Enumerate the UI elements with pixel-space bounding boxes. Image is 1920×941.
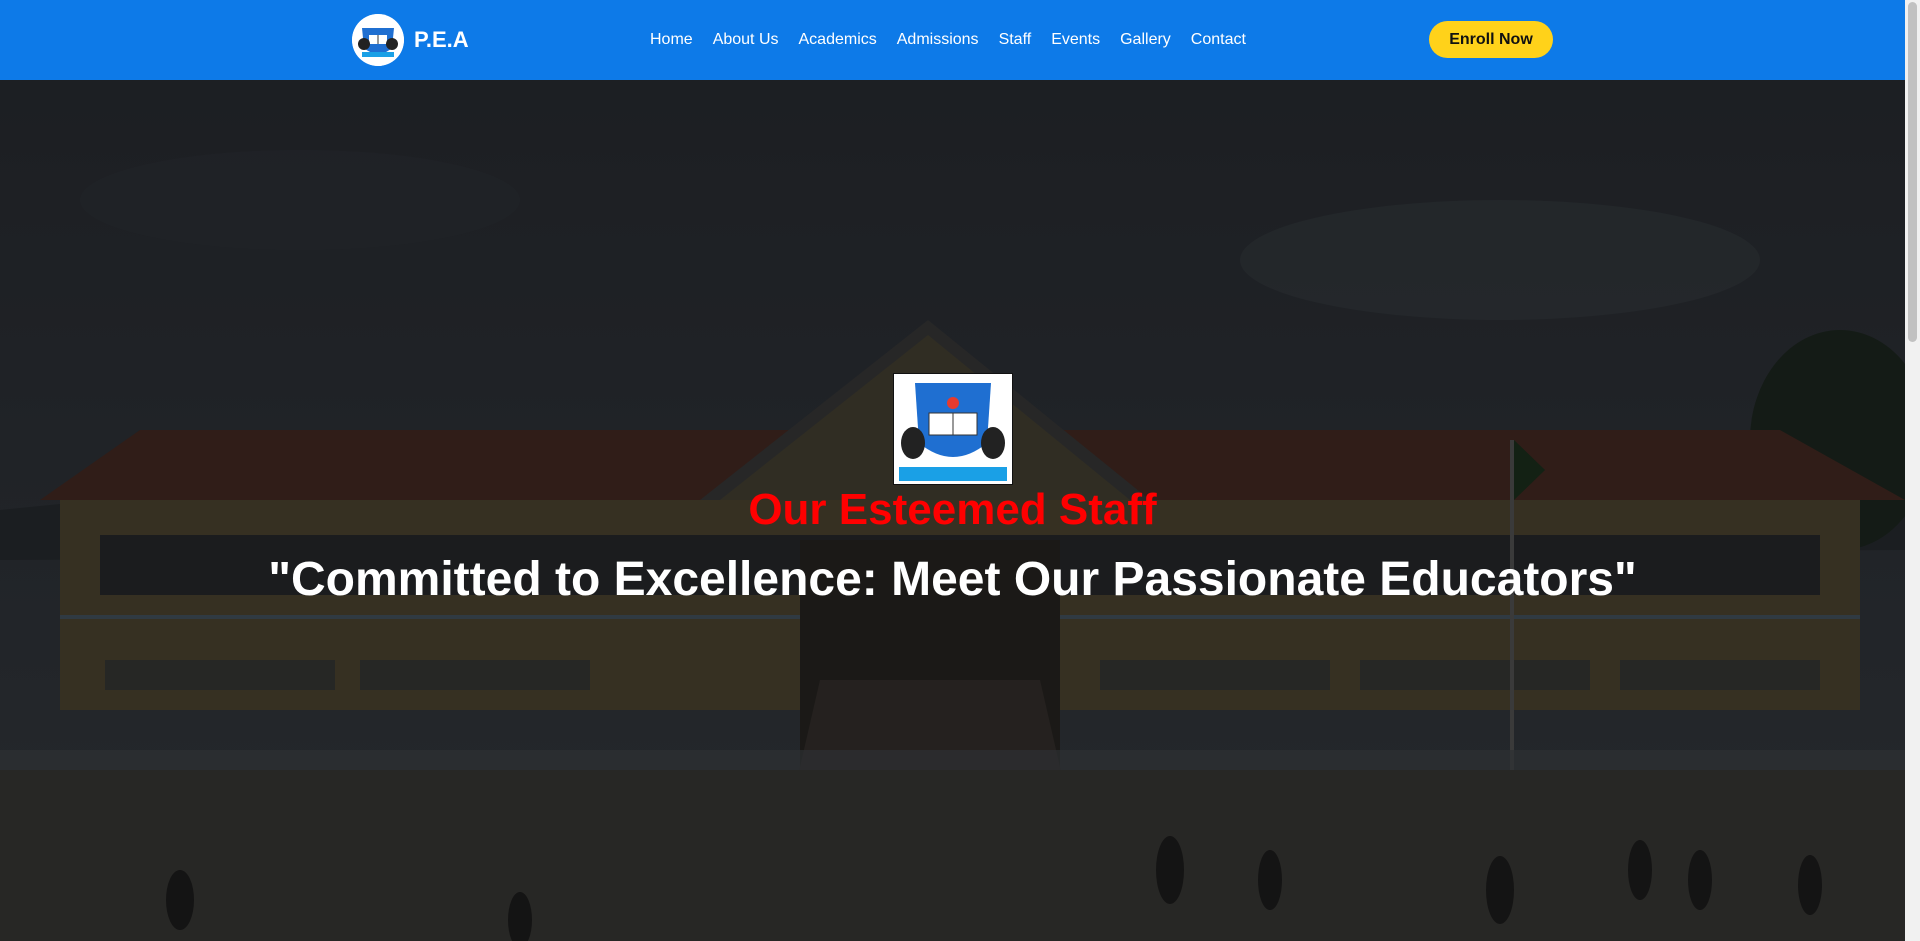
vertical-scrollbar[interactable]	[1905, 0, 1920, 941]
nav-link-contact[interactable]: Contact	[1191, 31, 1246, 49]
navbar: P.E.A Home About Us Academics Admissions…	[0, 0, 1905, 80]
nav-link-academics[interactable]: Academics	[799, 31, 877, 49]
page: P.E.A Home About Us Academics Admissions…	[0, 0, 1920, 941]
nav-link-gallery[interactable]: Gallery	[1120, 31, 1171, 49]
nav-link-admissions[interactable]: Admissions	[897, 31, 979, 49]
hero-subtitle: "Committed to Excellence: Meet Our Passi…	[268, 553, 1637, 606]
hero-section: Our Esteemed Staff "Committed to Excelle…	[0, 80, 1905, 941]
brand-name: P.E.A	[414, 27, 469, 52]
school-crest-icon	[893, 373, 1013, 485]
enroll-now-button[interactable]: Enroll Now	[1429, 21, 1553, 58]
brand-link[interactable]: P.E.A	[352, 14, 469, 66]
nav-link-staff[interactable]: Staff	[999, 31, 1032, 49]
school-logo-icon	[352, 14, 404, 66]
nav-link-home[interactable]: Home	[650, 31, 693, 49]
hero-title: Our Esteemed Staff	[748, 485, 1157, 534]
nav-link-events[interactable]: Events	[1051, 31, 1100, 49]
main-nav: Home About Us Academics Admissions Staff…	[650, 0, 1246, 80]
scrollbar-thumb[interactable]	[1908, 2, 1917, 342]
nav-link-about-us[interactable]: About Us	[713, 31, 779, 49]
